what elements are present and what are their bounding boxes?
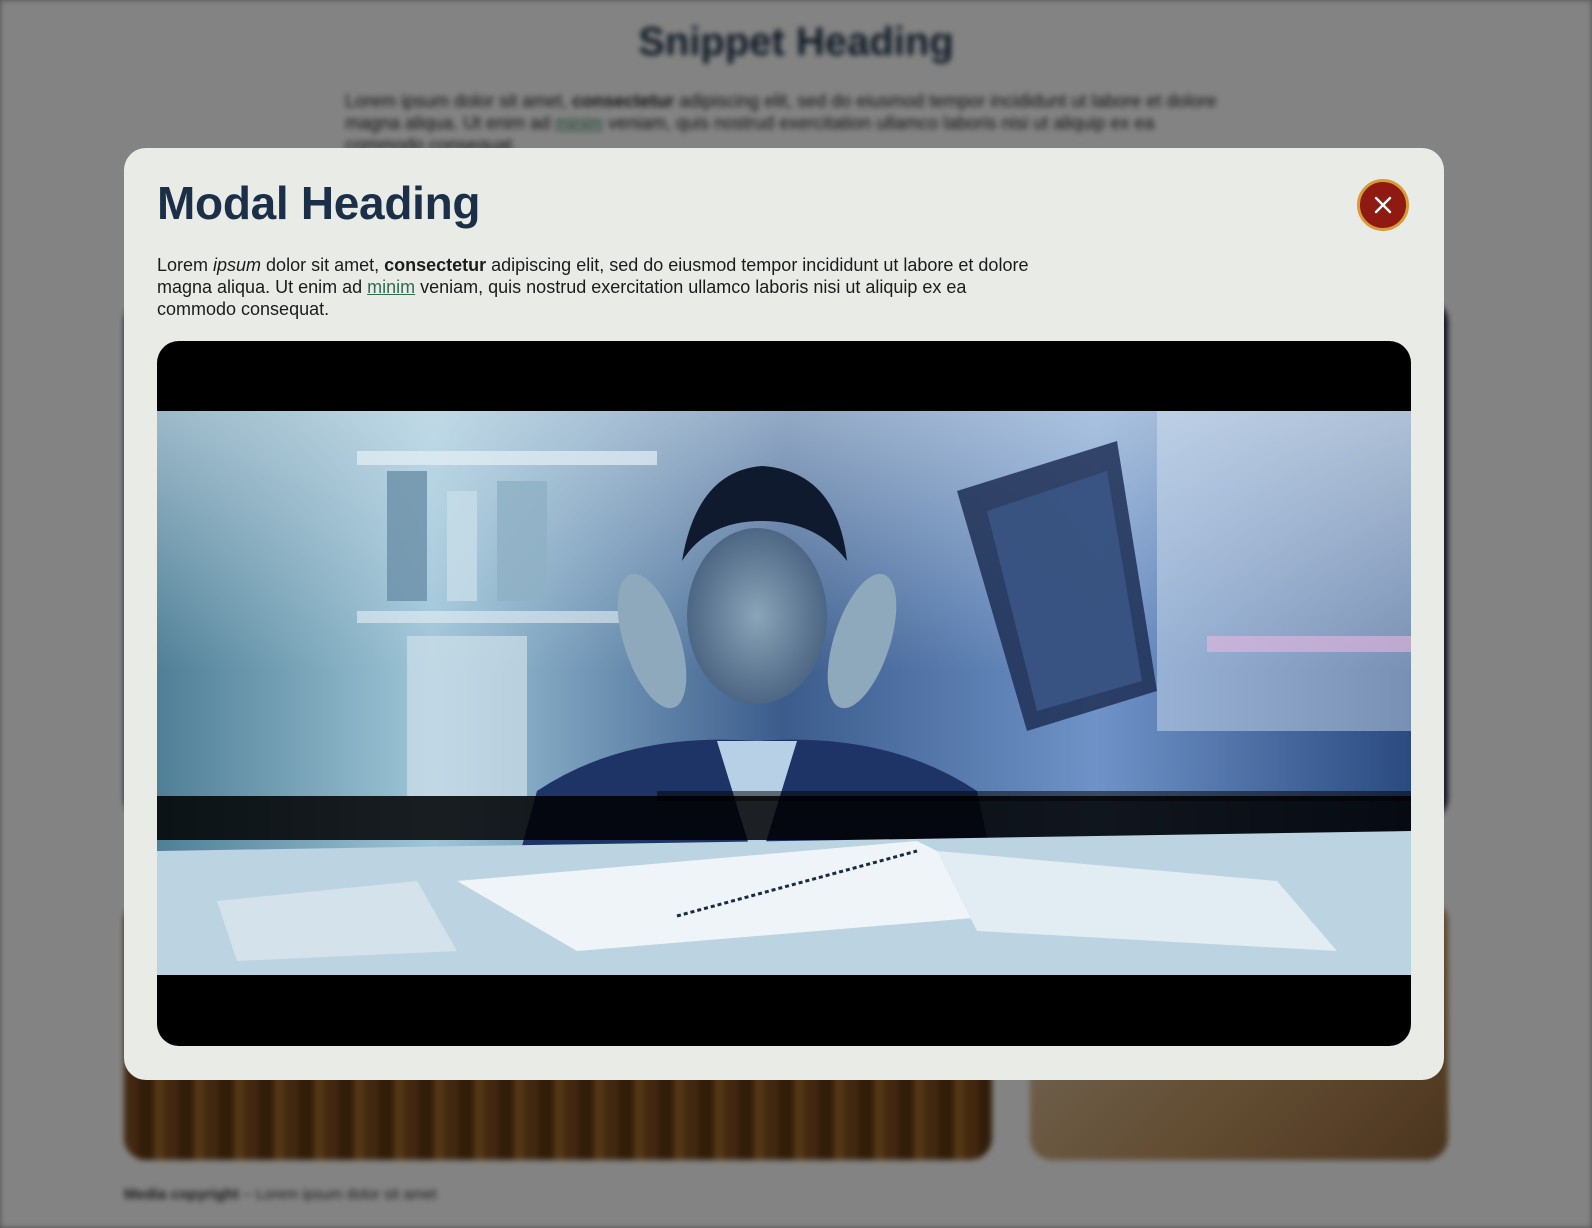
- modal-text-italic: ipsum: [213, 255, 262, 275]
- modal-dialog: Modal Heading Lorem ipsum dolor sit amet…: [124, 148, 1444, 1080]
- close-button[interactable]: [1357, 179, 1409, 231]
- video-player[interactable]: [157, 341, 1411, 1046]
- video-frame: [157, 411, 1411, 975]
- modal-text-link[interactable]: minim: [367, 277, 415, 297]
- modal-body-text: Lorem ipsum dolor sit amet, consectetur …: [157, 254, 1037, 320]
- modal-text-part: Lorem: [157, 255, 214, 275]
- modal-text-part: dolor sit amet,: [261, 255, 385, 275]
- modal-text-bold: consectetur: [384, 255, 487, 275]
- modal-title: Modal Heading: [157, 177, 481, 229]
- close-icon: [1374, 196, 1392, 214]
